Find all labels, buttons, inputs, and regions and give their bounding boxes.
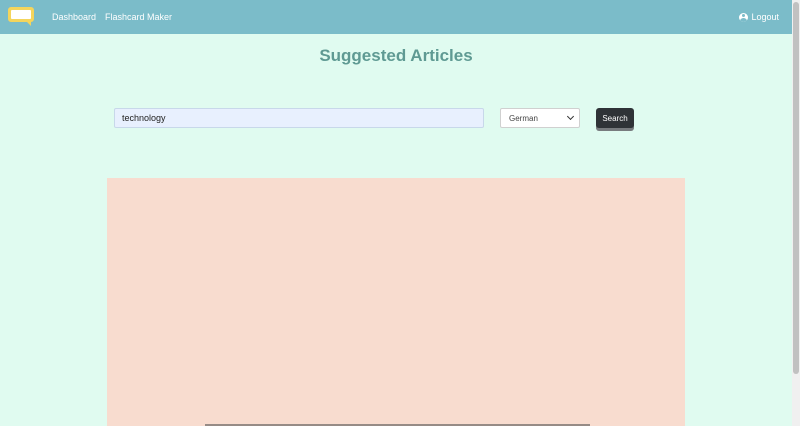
logo-tail: [26, 21, 31, 26]
language-select[interactable]: German: [500, 108, 580, 128]
navbar: Dashboard Flashcard Maker Logout: [0, 0, 792, 34]
logout-button[interactable]: Logout: [739, 12, 779, 22]
scrollbar-thumb[interactable]: [793, 2, 799, 374]
logout-label: Logout: [751, 12, 779, 22]
logo-icon[interactable]: [8, 7, 38, 27]
nav-flashcard-maker-link[interactable]: Flashcard Maker: [105, 12, 172, 22]
search-button[interactable]: Search: [596, 108, 634, 128]
page-title: Suggested Articles: [319, 46, 473, 65]
nav-dashboard-link[interactable]: Dashboard: [52, 12, 96, 22]
user-circle-icon: [739, 12, 749, 22]
page-scrollbar[interactable]: [792, 0, 800, 426]
language-select-value: German: [509, 113, 538, 123]
chevron-down-icon: [566, 112, 575, 121]
search-input[interactable]: [114, 108, 484, 128]
logo-inner: [11, 10, 31, 19]
articles-panel: [107, 178, 685, 426]
